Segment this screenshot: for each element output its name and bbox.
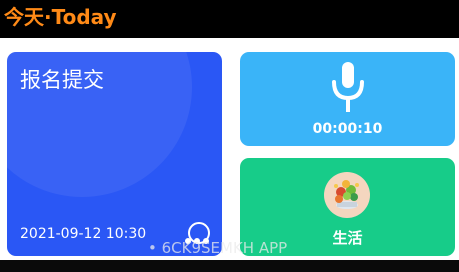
page-title: 今天·Today — [4, 5, 117, 29]
task-title: 报名提交 — [20, 68, 104, 92]
bottom-strip — [0, 260, 459, 272]
salad-icon — [334, 180, 359, 209]
salad-avatar — [324, 172, 370, 218]
watermark: • 6CK9SEMKH APP — [148, 239, 288, 257]
task-datetime: 2021-09-12 10:30 — [20, 226, 147, 242]
audio-card[interactable]: 00:00:10 — [240, 52, 455, 146]
microphone-icon — [332, 62, 364, 112]
top-bar: 今天·Today — [0, 0, 459, 38]
audio-duration: 00:00:10 — [312, 121, 383, 137]
task-card[interactable]: 报名提交 2021-09-12 10:30 — [7, 52, 222, 256]
